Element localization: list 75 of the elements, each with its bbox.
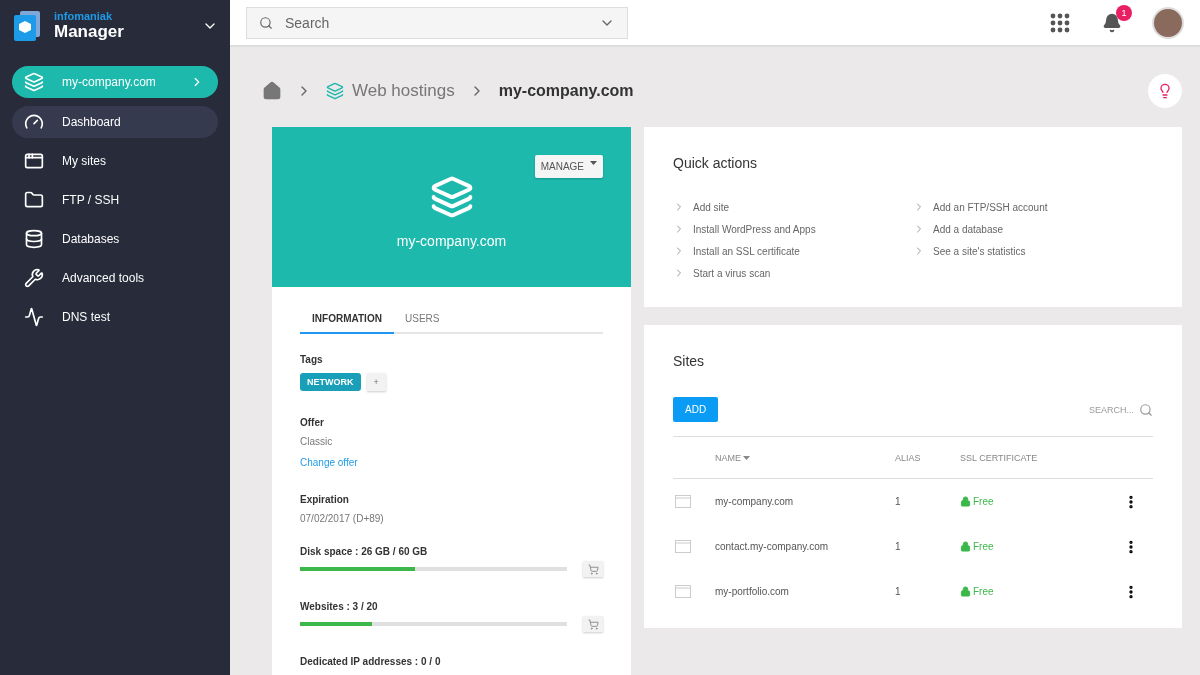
breadcrumb-link[interactable]: Web hostings (326, 81, 455, 101)
sidebar-item[interactable]: DNS test (12, 301, 218, 333)
card-title: Sites (673, 353, 706, 369)
ssl-status: Free (960, 541, 1123, 552)
search-bar[interactable]: Search (246, 6, 628, 39)
home-icon[interactable] (262, 81, 282, 101)
browser-window-icon (675, 495, 691, 508)
sidebar-item[interactable]: Databases (12, 223, 218, 255)
pulse-icon (24, 307, 44, 327)
tab[interactable]: INFORMATION (300, 313, 394, 334)
lock-icon (960, 541, 971, 552)
browser-window-icon (675, 585, 691, 598)
search-field[interactable]: Search (283, 13, 589, 32)
alias-count: 1 (895, 586, 902, 597)
site-name[interactable]: contact.my-company.com (715, 541, 895, 552)
lightbulb-icon (1157, 83, 1173, 99)
column-header[interactable]: SSL CERTIFICATE (960, 452, 1123, 463)
cart-icon (587, 563, 599, 575)
offer-value: Classic (300, 436, 334, 447)
notification-badge: 1 (1116, 4, 1132, 21)
change-offer-link[interactable]: Change offer (300, 457, 603, 468)
column-header[interactable]: NAME (715, 452, 895, 463)
sidebar-item[interactable]: My sites (12, 145, 218, 177)
caret-icon (590, 161, 597, 165)
layers-icon (24, 72, 44, 92)
manage-button[interactable]: MANAGE (534, 155, 603, 178)
search-icon (259, 15, 273, 30)
tags-label: Tags (300, 354, 324, 365)
database-icon (24, 229, 44, 249)
site-name[interactable]: my-company.com (715, 496, 895, 507)
hosting-name: my-company.com (396, 233, 507, 249)
quota-label: Websites : 3 / 20 (300, 601, 379, 612)
alias-count: 1 (895, 541, 902, 552)
folder-icon (24, 190, 44, 210)
tab[interactable]: USERS (394, 313, 451, 334)
site-name[interactable]: my-portfolio.com (715, 586, 895, 597)
add-tag-button[interactable]: + (366, 373, 386, 391)
sidebar-item[interactable]: Advanced tools (12, 262, 218, 294)
ssl-status: Free (960, 586, 1123, 597)
quick-action-link[interactable]: Add an FTP/SSH account (913, 201, 1153, 213)
quick-action-link[interactable]: Add a database (913, 223, 1153, 235)
layers-icon (429, 175, 474, 219)
wrench-icon (24, 268, 44, 288)
browser-window-icon (675, 540, 691, 553)
caret-icon (743, 455, 750, 460)
sidebar-item[interactable]: Dashboard (12, 106, 218, 138)
expiration-value: 07/02/2017 (D+89) (300, 513, 385, 524)
gauge-icon (24, 112, 44, 132)
quick-action-link[interactable]: See a site's statistics (913, 245, 1153, 257)
quick-action-link[interactable]: Install WordPress and Apps (673, 223, 913, 235)
column-header[interactable]: ALIAS (895, 452, 960, 463)
browser-window-icon (24, 151, 44, 171)
lock-icon (960, 496, 971, 507)
apps-grid-icon[interactable] (1050, 12, 1070, 33)
quota-label: Dedicated IP addresses : 0 / 0 (300, 656, 442, 667)
bell-icon[interactable] (1102, 12, 1122, 33)
cart-icon (587, 618, 599, 630)
expiration-label: Expiration (300, 494, 350, 505)
quick-action-link[interactable]: Add site (673, 201, 913, 213)
offer-label: Offer (300, 417, 325, 428)
lock-icon (960, 586, 971, 597)
avatar[interactable] (1152, 6, 1184, 39)
lightbulb-button[interactable] (1148, 74, 1182, 108)
layers-icon (326, 82, 344, 100)
cube-logo-icon (12, 10, 42, 42)
quick-action-link[interactable]: Start a virus scan (673, 267, 913, 279)
breadcrumb-current: my-company.com (498, 82, 634, 100)
ssl-status: Free (960, 496, 1123, 507)
sidebar-item[interactable]: FTP / SSH (12, 184, 218, 216)
company-name: infomaniak (54, 10, 114, 22)
quick-action-link[interactable]: Install an SSL certificate (673, 245, 913, 257)
product-name: Manager (54, 22, 125, 42)
alias-count: 1 (895, 496, 902, 507)
quota-label: Disk space : 26 GB / 60 GB (300, 546, 429, 557)
card-title: Quick actions (673, 155, 759, 171)
